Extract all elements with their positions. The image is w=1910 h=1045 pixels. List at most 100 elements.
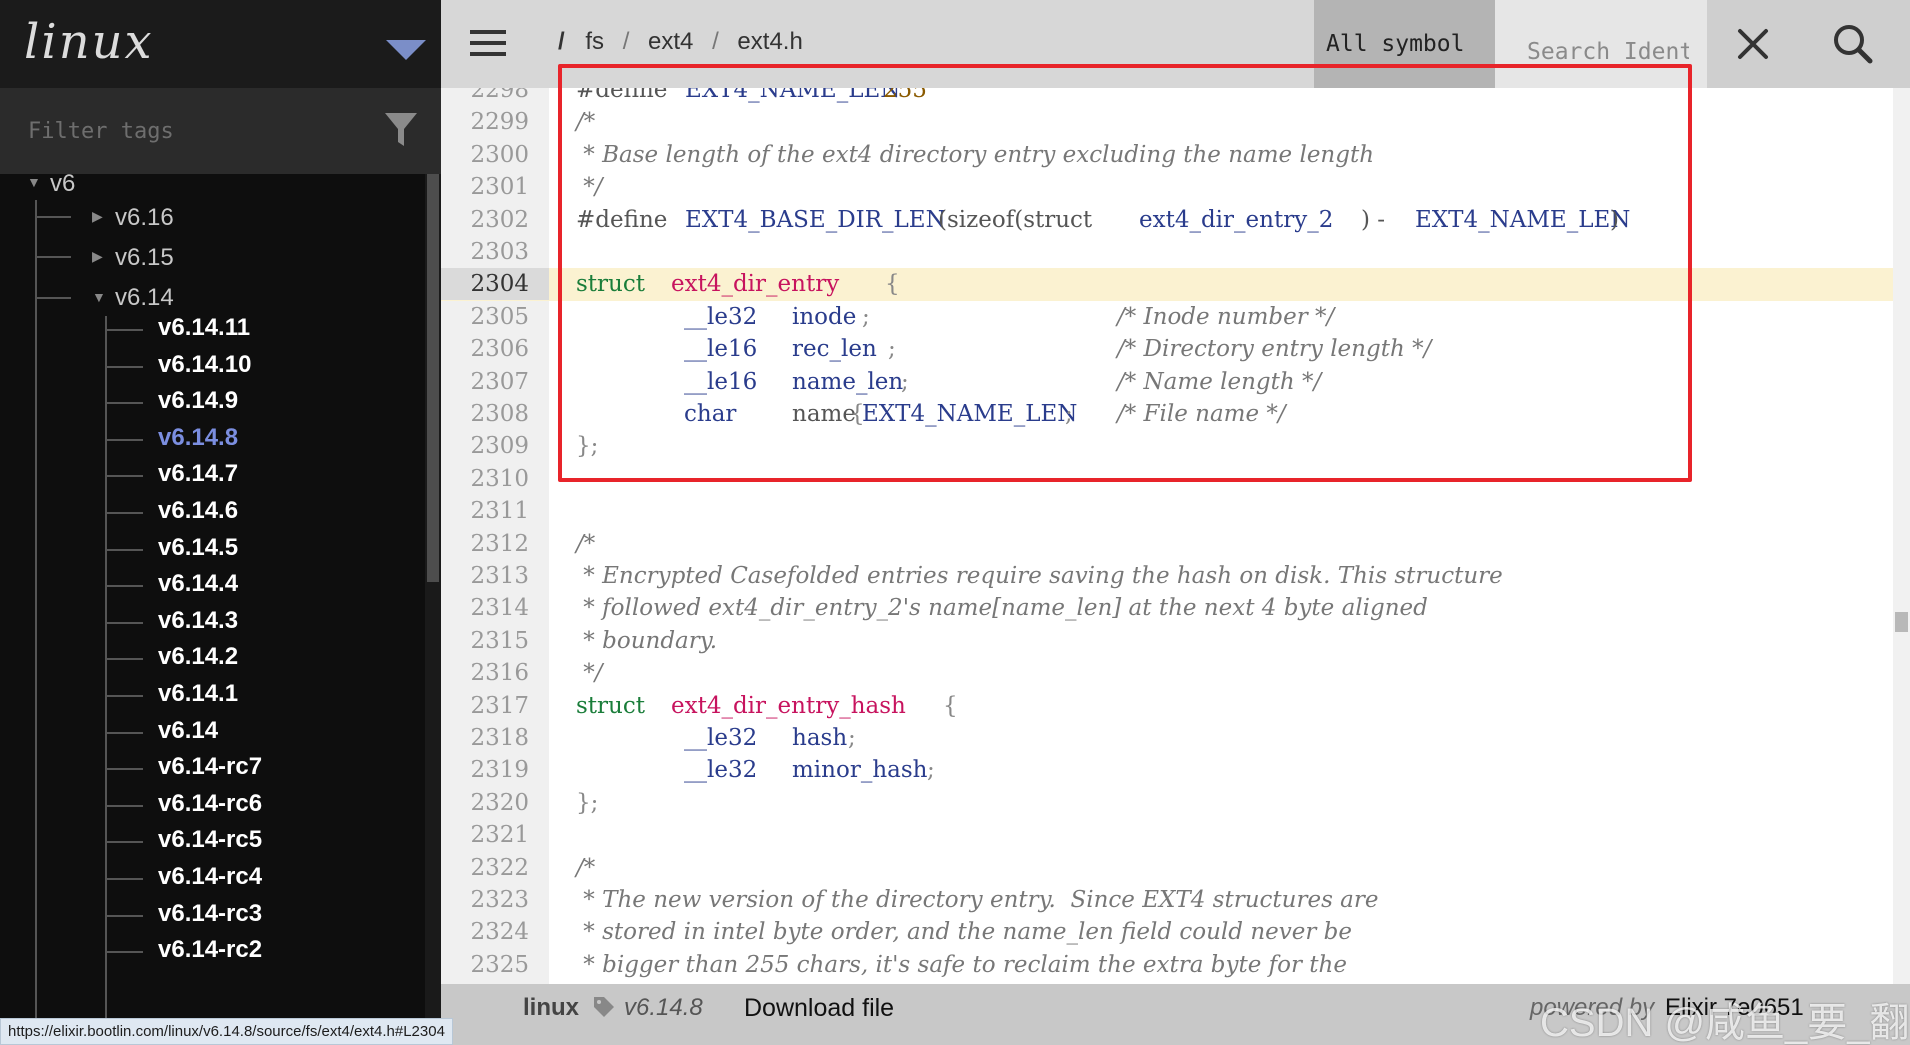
tree-item-v6-15[interactable]: v6.15: [115, 244, 174, 272]
line-number-link[interactable]: 2318: [441, 722, 549, 754]
line-number-link[interactable]: 2320: [441, 787, 549, 819]
identifier-link[interactable]: hash: [792, 722, 847, 754]
line-number-link[interactable]: 2310: [441, 463, 549, 495]
hamburger-menu-icon[interactable]: [470, 30, 506, 56]
line-number-link[interactable]: 2305: [441, 301, 549, 333]
version-item[interactable]: v6.14: [158, 717, 218, 745]
sidebar-scrollbar-thumb[interactable]: [427, 174, 439, 582]
identifier-link[interactable]: rec_len: [792, 333, 877, 365]
code-scrollbar-thumb[interactable]: [1895, 612, 1908, 632]
version-item[interactable]: v6.14.8: [158, 424, 238, 452]
line-number-link[interactable]: 2306: [441, 333, 549, 365]
expand-triangle-icon[interactable]: ▼: [92, 289, 106, 305]
code-line: 2308 char name{EXT4_NAME_LEN;/* File name …: [441, 398, 1910, 430]
line-number-link[interactable]: 2317: [441, 690, 549, 722]
version-item[interactable]: v6.14.4: [158, 570, 238, 598]
line-number-link[interactable]: 2300: [441, 139, 549, 171]
line-number-link[interactable]: 2308: [441, 398, 549, 430]
code-line: 2318 __le32 hash;: [441, 722, 1910, 754]
version-item[interactable]: v6.14.10: [158, 351, 251, 379]
line-number-link[interactable]: 2309: [441, 430, 549, 462]
chevron-down-icon[interactable]: [386, 40, 426, 60]
project-name[interactable]: linux: [24, 14, 154, 70]
code-scrollbar[interactable]: [1893, 88, 1910, 984]
code-line: 2305 __le32 inode; /* Inode number */: [441, 301, 1910, 333]
version-item[interactable]: v6.14.7: [158, 460, 238, 488]
version-item[interactable]: v6.14.9: [158, 387, 238, 415]
identifier-link[interactable]: EXT4_BASE_DIR_LEN: [685, 204, 946, 236]
code-token: * followed ext4_dir_entry_2's name[name_…: [576, 595, 1428, 622]
identifier-link[interactable]: inode: [792, 301, 856, 333]
version-item[interactable]: v6.14.11: [158, 314, 250, 342]
close-search-button[interactable]: [1707, 0, 1799, 88]
search-type-select[interactable]: All symbol: [1314, 0, 1495, 88]
line-number-link[interactable]: 2307: [441, 366, 549, 398]
code-line: 2310: [441, 463, 1910, 495]
version-item[interactable]: v6.14.3: [158, 607, 238, 635]
tree-root[interactable]: v6: [50, 170, 75, 198]
tree-item-v6-14-group[interactable]: v6.14: [115, 284, 174, 312]
code-token: ;: [862, 303, 870, 330]
version-item[interactable]: v6.14.6: [158, 497, 238, 525]
search-input[interactable]: [1495, 0, 1707, 88]
line-number-link[interactable]: 2316: [441, 657, 549, 689]
collapse-triangle-icon[interactable]: ▶: [92, 248, 103, 265]
code-line: 2303: [441, 236, 1910, 268]
line-number-link[interactable]: 2315: [441, 625, 549, 657]
code-line: 2306 __le16 rec_len; /* Directory entry len…: [441, 333, 1910, 365]
breadcrumb-root[interactable]: /: [558, 28, 565, 55]
line-number-link[interactable]: 2314: [441, 592, 549, 624]
code-viewer: 2298 #define EXT4_NAME_LEN 255 2299/* 2300 * …: [441, 88, 1910, 984]
line-number-link[interactable]: 2298: [441, 88, 549, 106]
version-item[interactable]: v6.14-rc4: [158, 863, 262, 891]
version-item[interactable]: v6.14-rc6: [158, 790, 262, 818]
line-number-link[interactable]: 2323: [441, 884, 549, 916]
code-token: * Base length of the ext4 directory entr…: [576, 141, 1375, 168]
download-file-link[interactable]: Download file: [744, 994, 894, 1023]
identifier-link[interactable]: EXT4_NAME_LEN: [1415, 204, 1630, 236]
tree-connector: [105, 329, 143, 331]
identifier-link[interactable]: minor_hash: [792, 754, 927, 786]
identifier-link[interactable]: ext4_dir_entry_hash: [671, 690, 906, 722]
identifier-link[interactable]: EXT4_NAME_LEN: [685, 88, 900, 106]
version-item[interactable]: v6.14.1: [158, 680, 238, 708]
search-button[interactable]: [1799, 0, 1910, 88]
version-item[interactable]: v6.14-rc5: [158, 826, 262, 854]
expand-triangle-icon[interactable]: ▼: [27, 174, 41, 190]
version-item[interactable]: v6.14.5: [158, 534, 238, 562]
version-item[interactable]: v6.14-rc7: [158, 753, 262, 781]
filter-tags-input[interactable]: [28, 106, 358, 156]
line-number-link[interactable]: 2301: [441, 171, 549, 203]
identifier-link[interactable]: ext4_dir_entry_2: [1139, 204, 1333, 236]
version-item[interactable]: v6.14-rc3: [158, 900, 262, 928]
code-line: 2302 #define EXT4_BASE_DIR_LEN (sizeof(stru…: [441, 204, 1910, 236]
version-item[interactable]: v6.14-rc2: [158, 936, 262, 964]
line-number-link[interactable]: 2299: [441, 106, 549, 138]
version-item[interactable]: v6.14.2: [158, 643, 238, 671]
tree-connector: [35, 200, 37, 1045]
line-number-link[interactable]: 2321: [441, 819, 549, 851]
footer-version[interactable]: v6.14.8: [624, 994, 703, 1022]
line-number-link[interactable]: 2313: [441, 560, 549, 592]
identifier-link[interactable]: ext4_dir_entry: [671, 268, 839, 300]
breadcrumb-item-fs[interactable]: fs: [585, 28, 604, 55]
line-number-link[interactable]: 2325: [441, 949, 549, 981]
line-number-link[interactable]: 2312: [441, 528, 549, 560]
identifier-link[interactable]: name_len: [792, 366, 903, 398]
line-number-link[interactable]: 2303: [441, 236, 549, 268]
line-number-link[interactable]: 2302: [441, 204, 549, 236]
line-number-link[interactable]: 2311: [441, 495, 549, 527]
line-number-link[interactable]: 2324: [441, 916, 549, 948]
breadcrumb-item-ext4[interactable]: ext4: [648, 28, 693, 55]
tree-connector: [35, 216, 71, 218]
footer-project[interactable]: linux: [523, 994, 579, 1022]
line-number-link[interactable]: 2319: [441, 754, 549, 786]
line-number-link[interactable]: 2304: [441, 268, 549, 301]
identifier-link[interactable]: EXT4_NAME_LEN: [862, 398, 1077, 430]
tree-connector: [105, 951, 143, 954]
tree-item-v6-16[interactable]: v6.16: [115, 204, 174, 232]
project-header[interactable]: linux: [0, 0, 441, 88]
line-number-link[interactable]: 2322: [441, 852, 549, 884]
collapse-triangle-icon[interactable]: ▶: [92, 208, 103, 225]
filter-icon[interactable]: [384, 112, 418, 148]
